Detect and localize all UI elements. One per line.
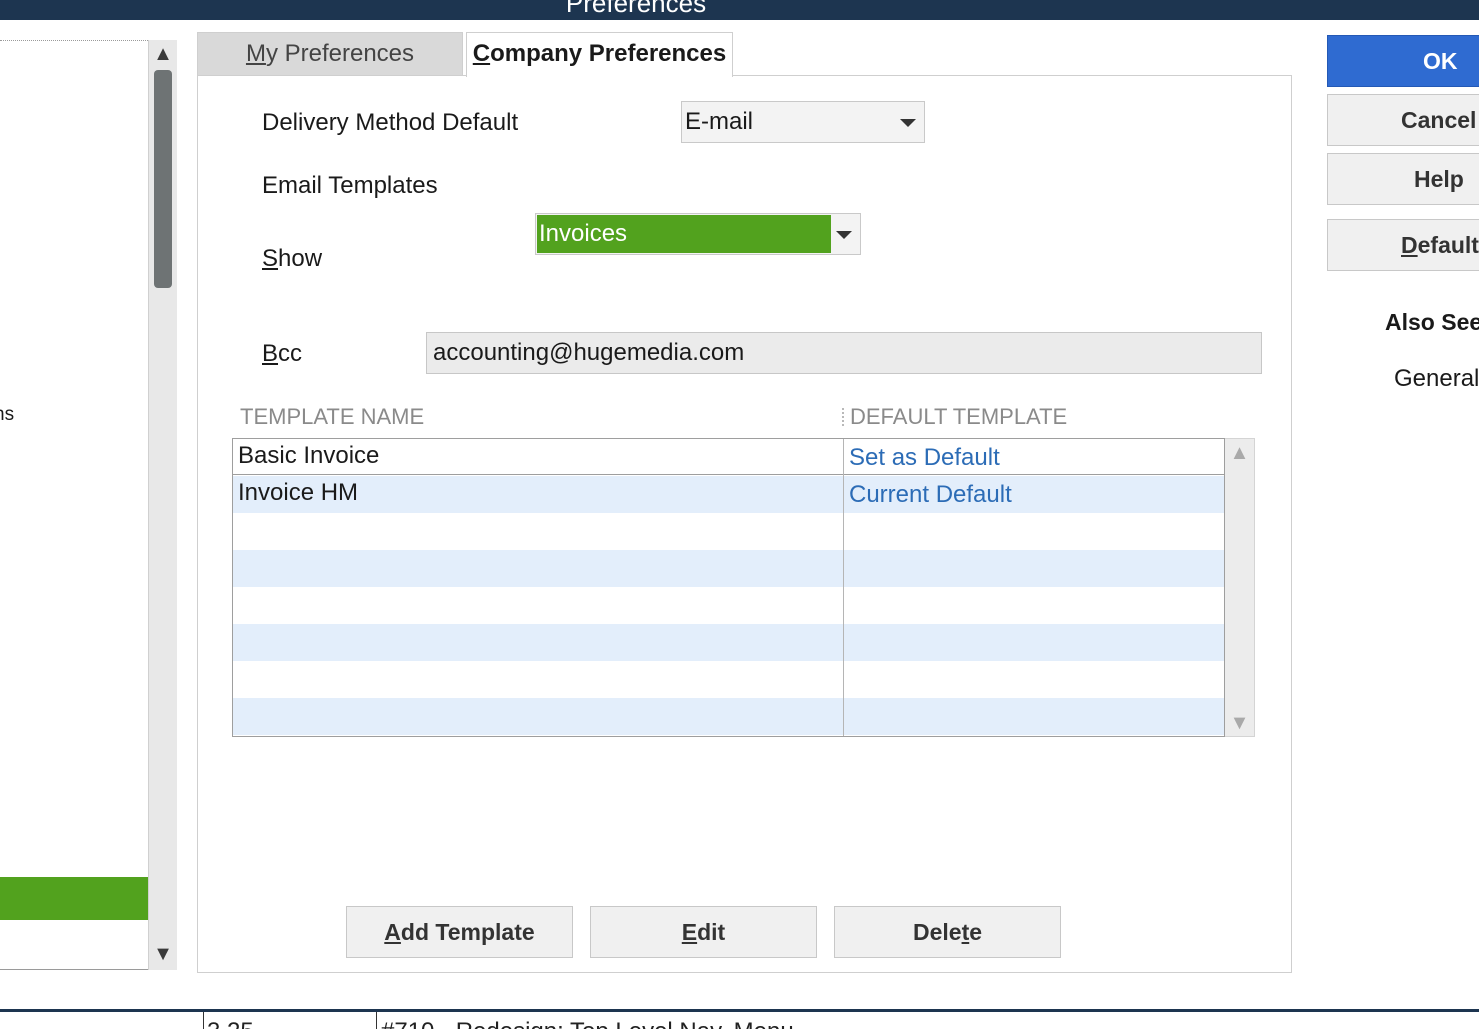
set-as-default-link[interactable]: Set as Default — [849, 440, 1000, 476]
column-divider — [843, 439, 844, 736]
template-name-cell: Basic Invoice — [238, 442, 380, 469]
table-row-empty — [233, 624, 1224, 661]
show-template-type-value: Invoices — [537, 215, 831, 253]
email-templates-table: Basic Invoice Set as Default Invoice HM … — [232, 438, 1225, 737]
delete-button[interactable]: Delete — [834, 906, 1061, 958]
show-label-mnemonic: S — [262, 245, 279, 272]
table-row[interactable]: Invoice HM Current Default — [233, 476, 1224, 513]
table-row-empty — [233, 587, 1224, 624]
window-title: Preferences — [565, 0, 707, 18]
scroll-up-arrow-icon[interactable]: ▲ — [149, 42, 177, 66]
ok-button[interactable]: OK — [1327, 35, 1479, 87]
scroll-down-arrow-icon[interactable]: ▼ — [149, 942, 177, 966]
category-item-partial[interactable]: ns — [0, 404, 20, 426]
edit-button[interactable]: Edit — [590, 906, 817, 958]
tab-company-preferences-label: ompany Preferences — [490, 40, 727, 67]
chevron-down-icon — [836, 231, 852, 239]
scroll-down-arrow-icon[interactable]: ▼ — [1225, 711, 1254, 735]
background-cell-hours: 3.25 — [207, 1018, 254, 1029]
template-name-cell: Invoice HM — [238, 479, 359, 506]
help-button[interactable]: Help — [1327, 153, 1479, 205]
default-label: efault — [1417, 232, 1479, 258]
background-list-row: 3.25 #710 - Redesign: Top Level Nav, Men… — [0, 1009, 1479, 1029]
default-mnemonic: D — [1401, 232, 1418, 258]
chevron-down-icon — [900, 119, 916, 127]
add-template-mnemonic: A — [384, 919, 401, 945]
table-row-empty — [233, 698, 1224, 735]
table-row-empty — [233, 661, 1224, 698]
bcc-label-text: cc — [278, 340, 303, 367]
table-row[interactable]: Basic Invoice Set as Default — [233, 439, 1224, 475]
table-row-empty — [233, 550, 1224, 587]
column-header-default-template[interactable]: DEFAULT TEMPLATE — [850, 404, 1067, 430]
email-templates-label: Email Templates — [262, 172, 438, 199]
column-divider — [203, 1012, 204, 1029]
background-cell-description: #710 - Redesign: Top Level Nav, Menu — [381, 1018, 794, 1029]
bcc-email-input[interactable]: accounting@hugemedia.com — [426, 332, 1262, 374]
show-label-text: how — [278, 245, 323, 272]
add-template-label: dd Template — [400, 919, 535, 945]
table-row-empty — [233, 513, 1224, 550]
tab-my-preferences-label: y Preferences — [265, 40, 415, 67]
delivery-method-label: Delivery Method Default — [262, 109, 519, 136]
delivery-method-select[interactable]: E-mail — [681, 101, 925, 143]
bcc-label-mnemonic: B — [262, 340, 279, 367]
table-scrollbar[interactable]: ▲ ▼ — [1225, 438, 1255, 737]
category-list-scrollbar[interactable]: ▲ ▼ — [148, 40, 177, 970]
also-see-heading: Also See — [1385, 309, 1479, 335]
preferences-category-list[interactable]: ns — [0, 40, 148, 970]
delete-label-pre: Dele — [912, 919, 962, 945]
category-item-selected[interactable] — [0, 877, 148, 920]
column-divider — [376, 1012, 377, 1029]
delete-label-post: e — [969, 919, 983, 945]
add-template-button[interactable]: Add Template — [346, 906, 573, 958]
tab-my-preferences-mnemonic: M — [245, 40, 266, 67]
tab-company-preferences[interactable]: Company Preferences — [466, 32, 733, 77]
current-default-label: Current Default — [849, 481, 1012, 508]
title-bar: Preferences — [0, 0, 1479, 20]
scroll-up-arrow-icon[interactable]: ▲ — [1225, 441, 1254, 465]
edit-label: dit — [697, 919, 726, 945]
tab-company-preferences-mnemonic: C — [472, 40, 491, 67]
tab-my-preferences[interactable]: My Preferences — [197, 32, 463, 76]
show-label: Show — [262, 245, 322, 273]
delivery-method-value: E-mail — [685, 108, 754, 135]
scrollbar-thumb[interactable] — [154, 70, 172, 288]
default-button[interactable]: Default — [1327, 219, 1479, 271]
cancel-button[interactable]: Cancel — [1327, 94, 1479, 146]
show-template-type-select[interactable]: Invoices — [535, 213, 861, 255]
also-see-general-link[interactable]: General — [1394, 365, 1479, 393]
bcc-label: Bcc — [262, 340, 302, 368]
column-resize-handle[interactable] — [842, 408, 844, 426]
column-header-template-name[interactable]: TEMPLATE NAME — [240, 404, 424, 430]
edit-mnemonic: E — [681, 919, 698, 945]
